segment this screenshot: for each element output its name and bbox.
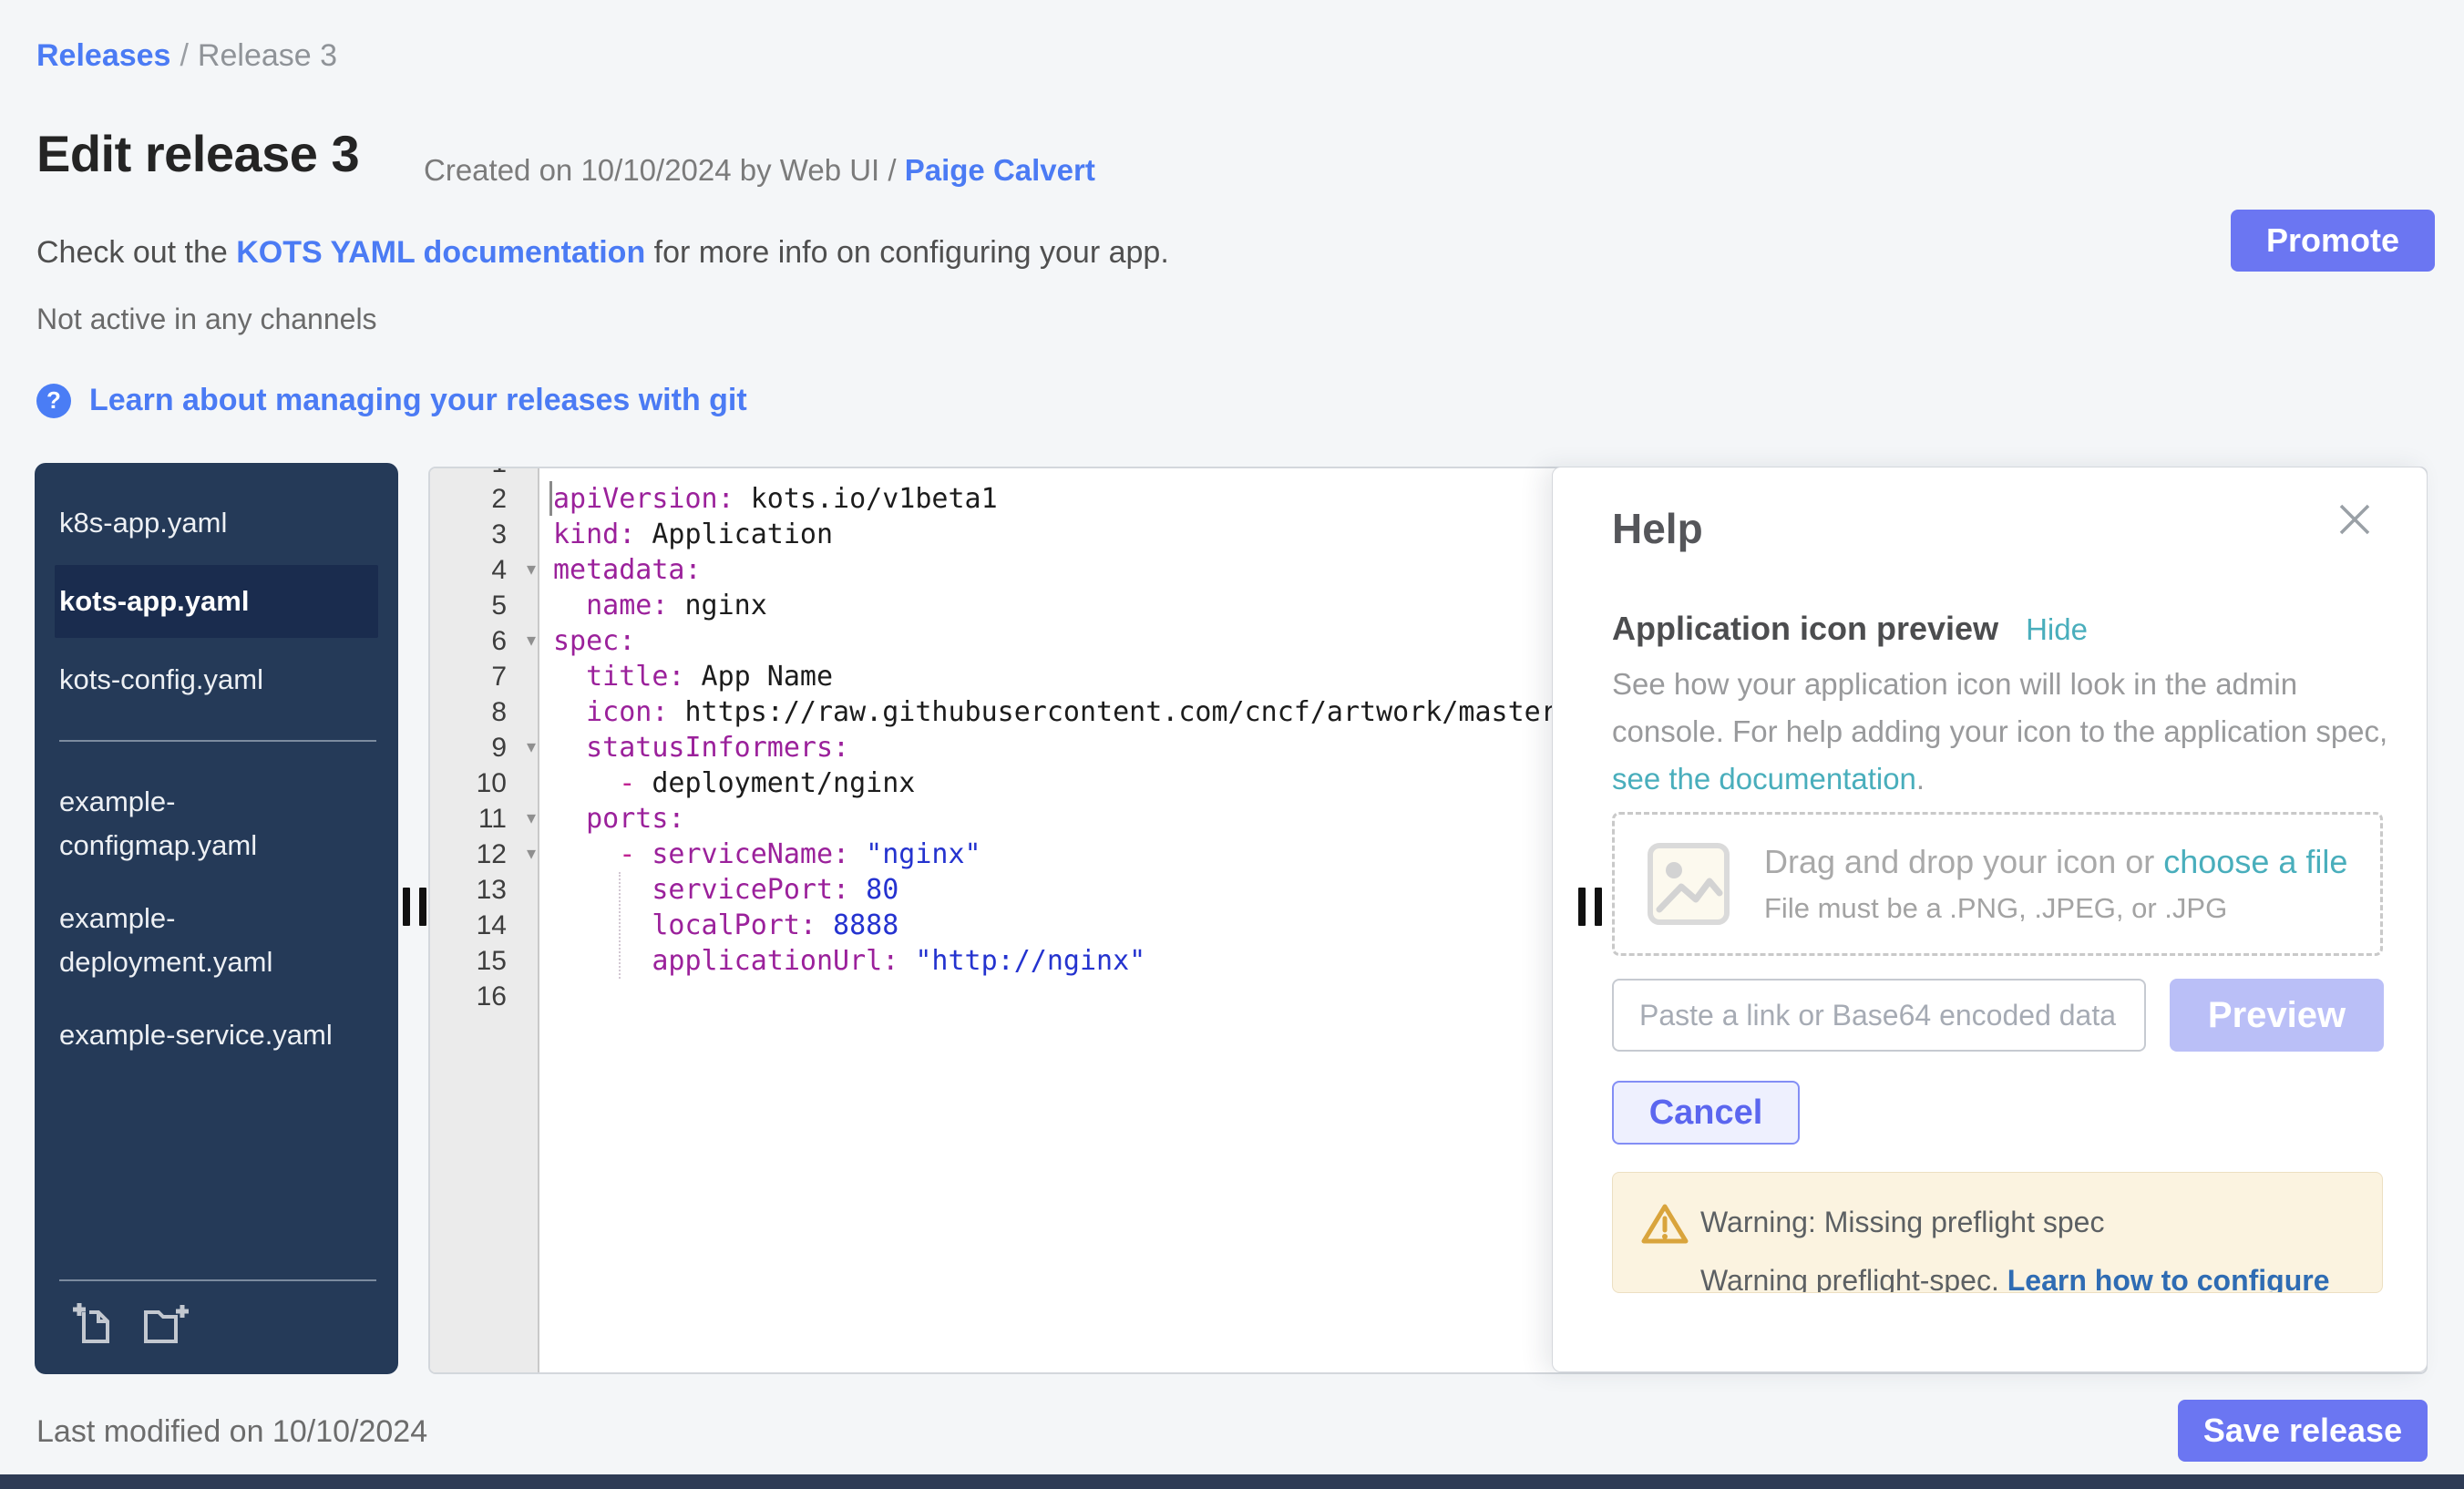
breadcrumb-current: Release 3 [198, 38, 337, 73]
sidebar-file-kots-app.yaml[interactable]: kots-app.yaml [55, 565, 378, 638]
new-folder-icon[interactable] [140, 1298, 191, 1349]
created-line: Created on 10/10/2024 by Web UI / Paige … [424, 153, 1095, 188]
image-placeholder-icon [1646, 841, 1731, 927]
warning-title: Warning: Missing preflight spec [1700, 1206, 2104, 1239]
k8s-file-list: example-configmap.yaml example-deployment… [35, 765, 398, 1072]
breadcrumb-releases-link[interactable]: Releases [36, 38, 170, 73]
learn-configure-link[interactable]: Learn how to configure [2007, 1264, 2330, 1293]
editor-gutter-lines: 1234▾56▾789▾1011▾12▾13141516 [430, 468, 539, 1014]
file-name-label: kots-config.yaml [59, 658, 349, 702]
created-author-link[interactable]: Paige Calvert [905, 153, 1095, 187]
help-title: Help [1612, 504, 1703, 553]
gutter-line-8: 8 [430, 694, 539, 730]
breadcrumb: Releases / Release 3 [36, 38, 337, 74]
dropzone-label: Drag and drop your icon or choose a file [1764, 843, 2347, 881]
warning-detail: Warning preflight-spec. Learn how to con… [1700, 1264, 2330, 1293]
gutter-line-6[interactable]: 6▾ [430, 623, 539, 659]
sidebar-file-example-configmap.yaml[interactable]: example-configmap.yaml [35, 765, 398, 882]
docs-suffix: for more info on configuring your app. [645, 235, 1169, 270]
breadcrumb-separator: / [180, 38, 188, 73]
sidebar-file-example-deployment.yaml[interactable]: example-deployment.yaml [35, 882, 398, 999]
gutter-line-15: 15 [430, 943, 539, 979]
sidebar-divider [59, 740, 376, 742]
gutter-line-4[interactable]: 4▾ [430, 552, 539, 588]
help-panel: Help Application icon preview Hide See h… [1552, 467, 2428, 1372]
see-documentation-link[interactable]: see the documentation [1612, 762, 1916, 796]
sidebar-file-example-service.yaml[interactable]: example-service.yaml [35, 999, 398, 1072]
gutter-line-16: 16 [430, 979, 539, 1014]
channel-status: Not active in any channels [36, 303, 377, 336]
footer-bar [0, 1474, 2464, 1489]
gutter-line-7: 7 [430, 659, 539, 694]
cancel-button[interactable]: Cancel [1612, 1081, 1800, 1145]
file-name-label: kots-app.yaml [59, 580, 349, 623]
icon-url-input[interactable] [1612, 979, 2146, 1052]
gutter-line-13: 13 [430, 872, 539, 908]
icon-dropzone[interactable]: Drag and drop your icon or choose a file… [1612, 812, 2383, 956]
sidebar-file-kots-config.yaml[interactable]: kots-config.yaml [35, 643, 398, 716]
file-name-label: example-configmap.yaml [59, 780, 349, 868]
desc-line2: console. For help adding your icon to th… [1612, 714, 2387, 748]
git-releases-link[interactable]: Learn about managing your releases with … [89, 383, 747, 418]
preview-button[interactable]: Preview [2170, 979, 2384, 1052]
git-help-row[interactable]: ? Learn about managing your releases wit… [36, 383, 747, 418]
file-name-label: k8s-app.yaml [59, 501, 349, 545]
file-list: k8s-app.yaml kots-app.yaml kots-config.yam… [35, 487, 398, 1072]
indent-guide [619, 872, 621, 979]
warning-icon [1640, 1202, 1689, 1246]
sidebar-bottom-divider [59, 1279, 376, 1281]
preflight-warning: Warning: Missing preflight spec Warning … [1612, 1172, 2383, 1293]
fold-arrow-icon[interactable]: ▾ [527, 623, 536, 659]
dropzone-file-types: File must be a .PNG, .JPEG, or .JPG [1764, 892, 2347, 925]
docs-line: Check out the KOTS YAML documentation fo… [36, 235, 1169, 271]
save-release-button[interactable]: Save release [2178, 1400, 2428, 1462]
gutter-line-11[interactable]: 11▾ [430, 801, 539, 837]
fold-arrow-icon[interactable]: ▾ [527, 801, 536, 837]
fold-arrow-icon[interactable]: ▾ [527, 837, 536, 872]
icon-preview-description: See how your application icon will look … [1612, 661, 2396, 803]
desc-line1: See how your application icon will look … [1612, 667, 2297, 701]
edit-release-page: Releases / Release 3 Edit release 3 Create… [0, 0, 2464, 1489]
fold-arrow-icon[interactable]: ▾ [527, 730, 536, 765]
editor-gutter: 1234▾56▾789▾1011▾12▾13141516 [430, 468, 539, 1372]
gutter-line-2: 2 [430, 481, 539, 517]
choose-file-link[interactable]: choose a file [2163, 843, 2347, 880]
gutter-line-3: 3 [430, 517, 539, 552]
gutter-line-14: 14 [430, 908, 539, 943]
question-icon: ? [36, 384, 71, 418]
sidebar-resize-handle[interactable] [403, 888, 430, 926]
docs-prefix: Check out the [36, 235, 236, 270]
file-sidebar: k8s-app.yaml kots-app.yaml kots-config.yam… [35, 463, 398, 1374]
sidebar-file-k8s-app.yaml[interactable]: k8s-app.yaml [35, 487, 398, 560]
close-icon[interactable] [2336, 500, 2374, 539]
sidebar-bottom [35, 1279, 398, 1374]
editor-cursor [549, 481, 552, 516]
created-text: Created on 10/10/2024 by Web UI / [424, 153, 905, 187]
new-file-icon[interactable] [69, 1298, 120, 1349]
gutter-line-1: 1 [430, 468, 539, 481]
promote-button[interactable]: Promote [2231, 210, 2435, 272]
file-name-label: example-service.yaml [59, 1013, 349, 1057]
file-name-label: example-deployment.yaml [59, 897, 349, 984]
warning-detail-text: Warning preflight-spec. [1700, 1264, 2007, 1293]
gutter-line-9[interactable]: 9▾ [430, 730, 539, 765]
fold-arrow-icon[interactable]: ▾ [527, 552, 536, 588]
page-title: Edit release 3 [36, 124, 359, 183]
hide-link[interactable]: Hide [2026, 612, 2088, 647]
help-resize-handle[interactable] [1578, 888, 1606, 926]
icon-preview-section-title: Application icon preview [1612, 610, 1998, 648]
kots-file-list: k8s-app.yaml kots-app.yaml kots-config.yam… [35, 487, 398, 716]
dropzone-label-text: Drag and drop your icon or [1764, 843, 2163, 880]
gutter-line-5: 5 [430, 588, 539, 623]
kots-yaml-docs-link[interactable]: KOTS YAML documentation [236, 235, 645, 270]
gutter-line-12[interactable]: 12▾ [430, 837, 539, 872]
desc-period: . [1916, 762, 1925, 796]
gutter-line-10: 10 [430, 765, 539, 801]
last-modified: Last modified on 10/10/2024 [36, 1414, 427, 1450]
